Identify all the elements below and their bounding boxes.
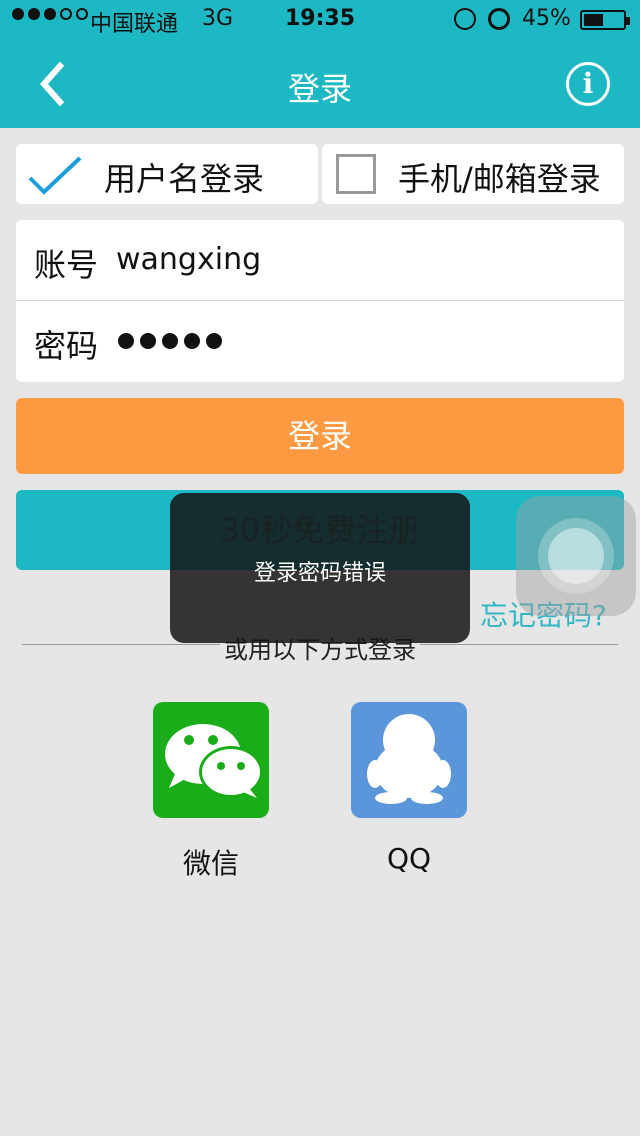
password-dot (184, 333, 200, 349)
info-button[interactable]: i (566, 62, 610, 106)
toast-message: 登录密码错误 (253, 561, 386, 586)
password-dot (140, 333, 156, 349)
login-button[interactable]: 登录 (16, 398, 624, 474)
tab-label: 用户名登录 (104, 160, 265, 198)
tab-label: 手机/邮箱登录 (398, 160, 601, 198)
password-input[interactable] (118, 333, 222, 349)
battery-percent: 45% (522, 6, 571, 31)
wechat-icon (165, 724, 263, 798)
wechat-login-button[interactable] (153, 702, 269, 818)
login-form: 账号 密码 (16, 220, 624, 382)
tab-username-login[interactable]: 用户名登录 (16, 144, 318, 204)
qq-login-button[interactable] (351, 702, 467, 818)
wechat-label: 微信 (182, 847, 239, 880)
info-icon: i (582, 67, 594, 100)
account-label: 账号 (34, 246, 99, 284)
assistive-touch-button[interactable] (516, 496, 636, 616)
password-dot (162, 333, 178, 349)
password-dot (118, 333, 134, 349)
checkbox-icon (336, 154, 376, 194)
password-dot (206, 333, 222, 349)
rotation-lock-icon (454, 8, 476, 30)
alarm-icon (488, 8, 510, 30)
status-bar: 中国联通 3G 19:35 45% (0, 0, 640, 40)
assistive-center (548, 528, 604, 584)
qq-label: QQ (386, 842, 432, 875)
error-toast: 登录密码错误 (170, 493, 470, 643)
battery-icon (580, 10, 630, 30)
qq-icon (367, 714, 451, 804)
checkmark-icon (28, 156, 82, 195)
password-label: 密码 (34, 327, 99, 365)
account-row: 账号 (16, 220, 624, 301)
tab-phone-email-login[interactable]: 手机/邮箱登录 (322, 144, 624, 204)
password-row[interactable]: 密码 (16, 301, 624, 381)
account-input[interactable] (116, 242, 596, 277)
page-title: 登录 (287, 70, 352, 108)
